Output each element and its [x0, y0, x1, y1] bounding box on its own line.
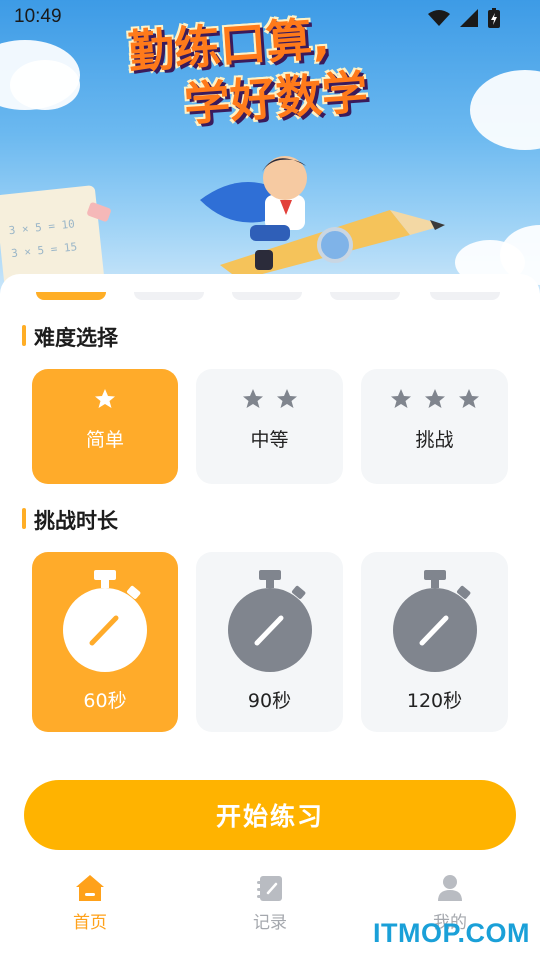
top-tab-peek[interactable]	[134, 292, 204, 300]
tab-home[interactable]: 首页	[30, 874, 150, 933]
star-rating	[389, 387, 481, 411]
boy-on-pencil-illustration	[200, 156, 445, 280]
cloud-decoration	[470, 70, 540, 150]
difficulty-option-easy[interactable]: 简单	[32, 369, 178, 484]
duration-option-60[interactable]: 60秒	[32, 552, 178, 732]
person-icon	[438, 875, 462, 901]
difficulty-option-medium[interactable]: 中等	[196, 369, 343, 484]
status-bar: 10:49	[0, 0, 540, 36]
hero-banner: 3 × 5 = 10 3 × 5 = 15 勤练口算, 学好数学 10:49	[0, 0, 540, 300]
difficulty-option-challenge[interactable]: 挑战	[361, 369, 508, 484]
duration-section-title: 挑战时长	[22, 505, 118, 535]
star-rating	[241, 387, 299, 411]
start-practice-button[interactable]: 开始练习	[24, 780, 516, 850]
star-icon	[95, 389, 115, 408]
stopwatch-icon	[392, 570, 477, 672]
duration-option-90[interactable]: 90秒	[196, 552, 343, 732]
difficulty-section-title: 难度选择	[22, 322, 118, 352]
top-tab-peek[interactable]	[430, 292, 500, 300]
watermark: ITMOP.COM	[372, 918, 530, 948]
cloud-decoration	[10, 60, 80, 110]
top-tab-strip	[0, 292, 540, 302]
book-equation: 3 × 5 = 15	[10, 240, 78, 261]
star-icon	[424, 389, 445, 408]
battery-charging-icon	[488, 8, 500, 28]
cell-signal-icon	[460, 9, 478, 27]
duration-option-120[interactable]: 120秒	[361, 552, 508, 732]
duration-option-label: 120秒	[406, 690, 463, 712]
difficulty-option-label: 简单	[85, 429, 124, 451]
tab-records[interactable]: 记录	[210, 874, 330, 933]
tab-label: 记录	[253, 913, 287, 933]
status-time: 10:49	[14, 6, 62, 27]
duration-option-label: 60秒	[83, 690, 127, 712]
star-icon	[276, 389, 297, 408]
wifi-icon	[428, 10, 450, 26]
star-icon	[458, 389, 479, 408]
top-tab-peek[interactable]	[232, 292, 302, 300]
book-equation: 3 × 5 = 10	[8, 217, 76, 238]
stopwatch-icon	[227, 570, 312, 672]
star-icon	[242, 389, 263, 408]
home-icon	[76, 875, 104, 901]
tab-label: 首页	[73, 913, 107, 933]
notebook-icon	[257, 876, 282, 901]
star-icon	[390, 389, 411, 408]
difficulty-option-label: 挑战	[415, 429, 454, 451]
star-rating	[93, 387, 117, 411]
stopwatch-icon	[63, 570, 147, 672]
difficulty-option-label: 中等	[250, 429, 289, 451]
duration-option-label: 90秒	[247, 690, 292, 712]
top-tab-peek[interactable]	[330, 292, 400, 300]
top-tab-peek[interactable]	[36, 292, 106, 300]
